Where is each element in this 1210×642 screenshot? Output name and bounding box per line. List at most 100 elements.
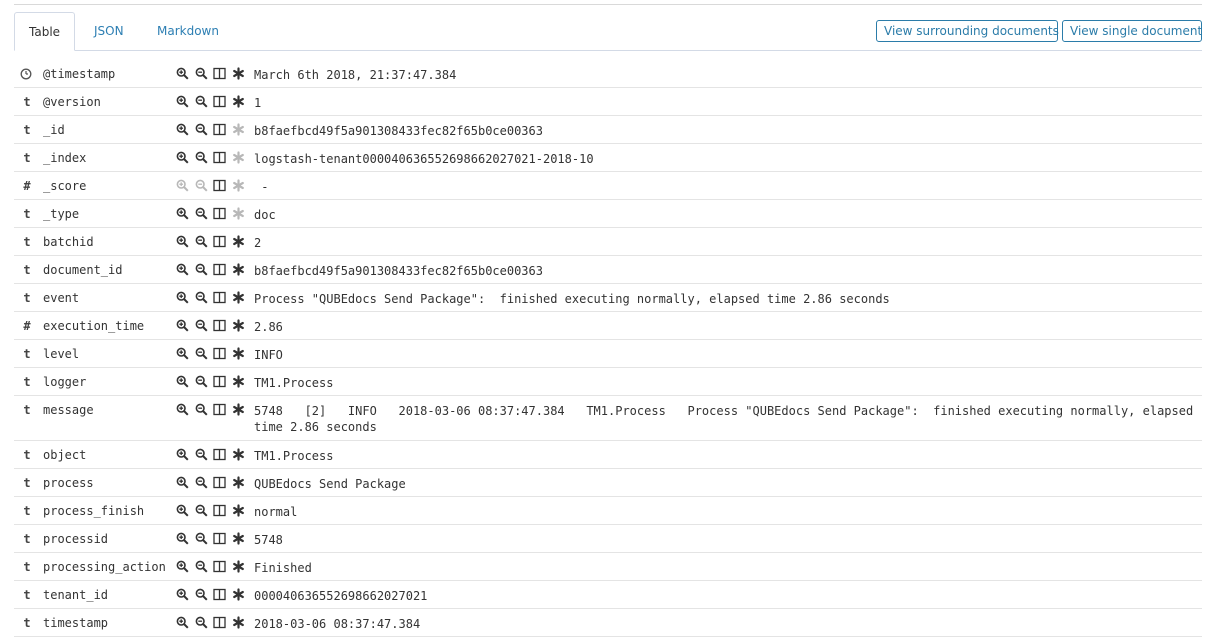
tab-markdown[interactable]: Markdown xyxy=(143,12,233,50)
filter-exists-icon[interactable] xyxy=(232,207,246,221)
field-name: _id xyxy=(43,123,65,137)
filter-exists-icon[interactable] xyxy=(232,347,246,361)
filter-exists-icon[interactable] xyxy=(232,616,246,630)
filter-exists-icon[interactable] xyxy=(232,588,246,602)
filter-for-value-icon[interactable] xyxy=(176,448,190,462)
filter-out-value-icon[interactable] xyxy=(195,123,209,137)
filter-for-value-icon[interactable] xyxy=(176,560,190,574)
table-row: t timestamp 2018-03-06 08:37:47.384 xyxy=(14,609,1202,637)
filter-exists-icon[interactable] xyxy=(232,291,246,305)
filter-exists-icon[interactable] xyxy=(232,151,246,165)
filter-exists-icon[interactable] xyxy=(232,235,246,249)
filter-exists-icon[interactable] xyxy=(232,448,246,462)
toggle-column-icon[interactable] xyxy=(213,207,227,221)
filter-for-value-icon[interactable] xyxy=(176,179,190,193)
filter-out-value-icon[interactable] xyxy=(195,235,209,249)
filter-for-value-icon[interactable] xyxy=(176,207,190,221)
toggle-column-icon[interactable] xyxy=(213,476,227,490)
view-single-document-button[interactable]: View single document xyxy=(1062,20,1202,42)
filter-for-value-icon[interactable] xyxy=(176,375,190,389)
filter-exists-icon[interactable] xyxy=(232,504,246,518)
filter-for-value-icon[interactable] xyxy=(176,291,190,305)
filter-out-value-icon[interactable] xyxy=(195,588,209,602)
filter-exists-icon[interactable] xyxy=(232,532,246,546)
filter-for-value-icon[interactable] xyxy=(176,67,190,81)
field-value: - xyxy=(254,180,269,194)
filter-exists-icon[interactable] xyxy=(232,179,246,193)
filter-exists-icon[interactable] xyxy=(232,375,246,389)
filter-out-value-icon[interactable] xyxy=(195,616,209,630)
field-type-icon: # xyxy=(23,179,31,193)
toggle-column-icon[interactable] xyxy=(213,347,227,361)
filter-out-value-icon[interactable] xyxy=(195,560,209,574)
filter-out-value-icon[interactable] xyxy=(195,403,209,417)
filter-out-value-icon[interactable] xyxy=(195,448,209,462)
toggle-column-icon[interactable] xyxy=(213,375,227,389)
toggle-column-icon[interactable] xyxy=(213,123,227,137)
toggle-column-icon[interactable] xyxy=(213,504,227,518)
filter-for-value-icon[interactable] xyxy=(176,476,190,490)
tab-table[interactable]: Table xyxy=(14,12,76,51)
filter-out-value-icon[interactable] xyxy=(195,375,209,389)
filter-for-value-icon[interactable] xyxy=(176,235,190,249)
toggle-column-icon[interactable] xyxy=(213,403,227,417)
filter-out-value-icon[interactable] xyxy=(195,67,209,81)
filter-for-value-icon[interactable] xyxy=(176,532,190,546)
filter-for-value-icon[interactable] xyxy=(176,151,190,165)
filter-out-value-icon[interactable] xyxy=(195,151,209,165)
filter-out-value-icon[interactable] xyxy=(195,263,209,277)
table-row: t document_id b8faefbcd49f5a901308433fec82… xyxy=(14,256,1202,284)
toggle-column-icon[interactable] xyxy=(213,67,227,81)
filter-exists-icon[interactable] xyxy=(232,476,246,490)
toggle-column-icon[interactable] xyxy=(213,235,227,249)
table-row: # execution_time 2.86 xyxy=(14,312,1202,340)
toggle-column-icon[interactable] xyxy=(213,448,227,462)
filter-out-value-icon[interactable] xyxy=(195,179,209,193)
table-row: t object TM1.Process xyxy=(14,441,1202,469)
view-surrounding-documents-button[interactable]: View surrounding documents xyxy=(876,20,1059,42)
filter-for-value-icon[interactable] xyxy=(176,588,190,602)
filter-out-value-icon[interactable] xyxy=(195,291,209,305)
field-value: logstash-tenant000040636552698662027021-… xyxy=(254,152,594,166)
table-row: t _index logstash-tenant000040636552698662… xyxy=(14,144,1202,172)
top-divider xyxy=(14,4,1202,5)
filter-out-value-icon[interactable] xyxy=(195,95,209,109)
filter-out-value-icon[interactable] xyxy=(195,504,209,518)
filter-for-value-icon[interactable] xyxy=(176,504,190,518)
table-row: t logger TM1.Process xyxy=(14,368,1202,396)
filter-out-value-icon[interactable] xyxy=(195,319,209,333)
field-name: process_finish xyxy=(43,504,145,518)
toggle-column-icon[interactable] xyxy=(213,151,227,165)
filter-exists-icon[interactable] xyxy=(232,67,246,81)
filter-exists-icon[interactable] xyxy=(232,123,246,137)
toggle-column-icon[interactable] xyxy=(213,179,227,193)
filter-for-value-icon[interactable] xyxy=(176,616,190,630)
filter-for-value-icon[interactable] xyxy=(176,403,190,417)
filter-out-value-icon[interactable] xyxy=(195,532,209,546)
filter-exists-icon[interactable] xyxy=(232,403,246,417)
filter-for-value-icon[interactable] xyxy=(176,263,190,277)
toggle-column-icon[interactable] xyxy=(213,291,227,305)
toggle-column-icon[interactable] xyxy=(213,616,227,630)
field-name: processid xyxy=(43,532,109,546)
filter-exists-icon[interactable] xyxy=(232,319,246,333)
filter-exists-icon[interactable] xyxy=(232,95,246,109)
toggle-column-icon[interactable] xyxy=(213,95,227,109)
filter-exists-icon[interactable] xyxy=(232,263,246,277)
toggle-column-icon[interactable] xyxy=(213,263,227,277)
filter-exists-icon[interactable] xyxy=(232,560,246,574)
toggle-column-icon[interactable] xyxy=(213,588,227,602)
filter-for-value-icon[interactable] xyxy=(176,95,190,109)
toggle-column-icon[interactable] xyxy=(213,532,227,546)
filter-out-value-icon[interactable] xyxy=(195,347,209,361)
toggle-column-icon[interactable] xyxy=(213,560,227,574)
field-name: tenant_id xyxy=(43,588,109,602)
filter-out-value-icon[interactable] xyxy=(195,476,209,490)
filter-for-value-icon[interactable] xyxy=(176,347,190,361)
filter-for-value-icon[interactable] xyxy=(176,319,190,333)
toggle-column-icon[interactable] xyxy=(213,319,227,333)
field-type-icon: t xyxy=(23,375,31,389)
tab-json[interactable]: JSON xyxy=(80,12,138,50)
filter-out-value-icon[interactable] xyxy=(195,207,209,221)
filter-for-value-icon[interactable] xyxy=(176,123,190,137)
